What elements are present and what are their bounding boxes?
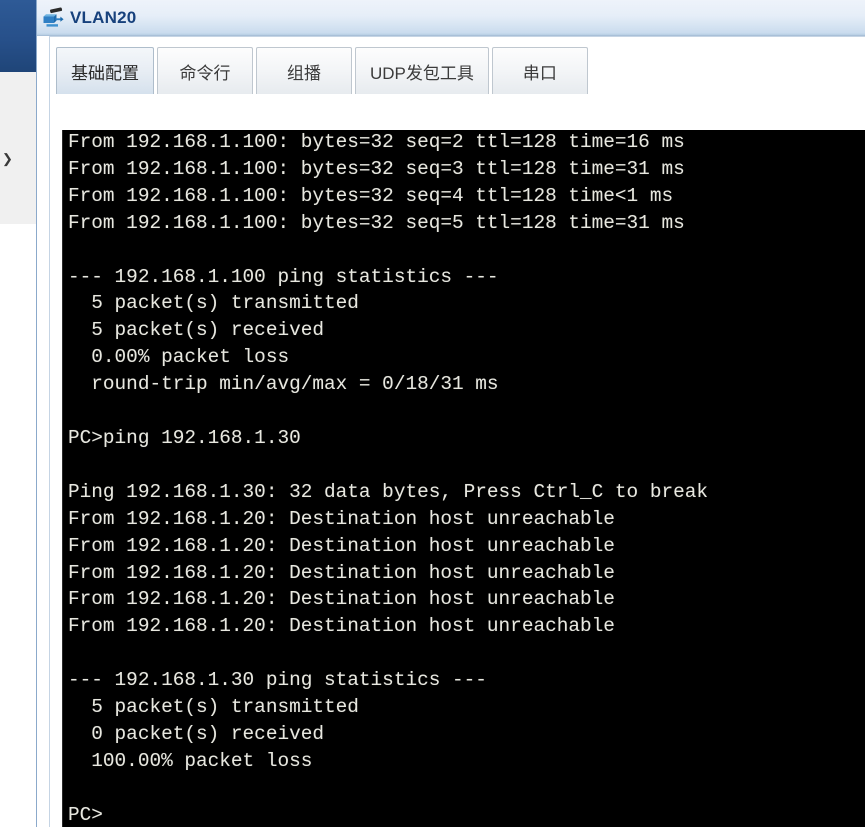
pc-device-icon (41, 7, 65, 29)
tab-command-line[interactable]: 命令行 (157, 47, 253, 94)
background-window-canvas (0, 224, 36, 827)
tab-label: UDP发包工具 (370, 63, 474, 83)
window-body: 基础配置 命令行 组播 UDP发包工具 串口 From 192.168.1.10… (37, 36, 865, 827)
terminal-output: From 192.168.1.100: bytes=32 seq=2 ttl=1… (68, 131, 708, 826)
tab-bar: 基础配置 命令行 组播 UDP发包工具 串口 (56, 47, 588, 94)
tab-label: 命令行 (179, 63, 231, 83)
chevron-right-icon[interactable]: ❯ (2, 150, 24, 168)
background-window-toolbar: ❯ (0, 72, 37, 225)
tab-label: 基础配置 (71, 63, 139, 83)
tab-label: 串口 (522, 63, 557, 83)
tab-label: 组播 (287, 63, 321, 83)
device-window: VLAN20 基础配置 命令行 组播 UDP发包工具 串口 From 192.1… (36, 0, 865, 827)
window-titlebar[interactable]: VLAN20 (37, 0, 865, 36)
tab-multicast[interactable]: 组播 (256, 47, 352, 94)
tab-serial-port[interactable]: 串口 (491, 47, 588, 94)
terminal-console[interactable]: From 192.168.1.100: bytes=32 seq=2 ttl=1… (62, 130, 865, 827)
window-title: VLAN20 (70, 7, 137, 27)
window-content-panel: 基础配置 命令行 组播 UDP发包工具 串口 From 192.168.1.10… (49, 36, 865, 827)
tab-basic-config[interactable]: 基础配置 (56, 47, 154, 94)
tab-udp-packet-tool[interactable]: UDP发包工具 (355, 47, 489, 94)
